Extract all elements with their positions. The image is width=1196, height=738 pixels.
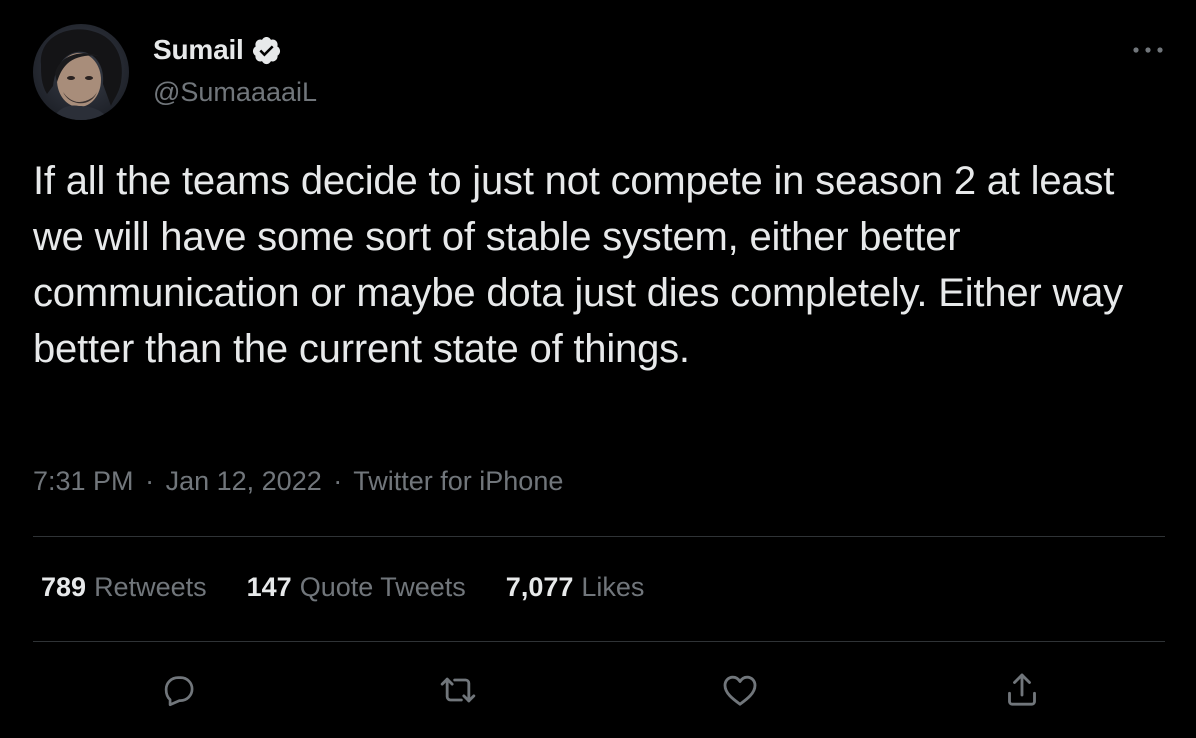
author-avatar[interactable] bbox=[33, 24, 129, 120]
retweets-stat[interactable]: 789 Retweets bbox=[41, 572, 207, 603]
retweet-button[interactable] bbox=[436, 668, 480, 712]
quote-tweets-label: Quote Tweets bbox=[299, 572, 466, 602]
tweet-date[interactable]: Jan 12, 2022 bbox=[166, 466, 322, 496]
tweet-time[interactable]: 7:31 PM bbox=[33, 466, 134, 496]
avatar-photo-icon bbox=[33, 24, 129, 120]
divider bbox=[33, 536, 1165, 537]
tweet-source[interactable]: Twitter for iPhone bbox=[353, 466, 563, 496]
retweets-label: Retweets bbox=[94, 572, 207, 602]
quote-tweets-count: 147 bbox=[246, 572, 292, 602]
reply-icon bbox=[164, 676, 194, 707]
like-icon bbox=[723, 675, 757, 706]
tweet-card: Sumail @SumaaaaiL If all the teams decid… bbox=[0, 0, 1196, 738]
like-button[interactable] bbox=[718, 668, 762, 712]
quote-tweets-stat[interactable]: 147 Quote Tweets bbox=[247, 572, 466, 603]
share-icon bbox=[1008, 673, 1036, 706]
divider bbox=[33, 641, 1165, 642]
meta-separator: · bbox=[145, 466, 155, 496]
more-dots-icon bbox=[1133, 47, 1163, 53]
meta-separator: · bbox=[333, 466, 343, 496]
retweets-count: 789 bbox=[41, 572, 87, 602]
tweet-meta: 7:31 PM · Jan 12, 2022 · Twitter for iPh… bbox=[33, 466, 563, 497]
verified-badge-icon bbox=[252, 36, 280, 64]
author-display-name[interactable]: Sumail bbox=[153, 34, 244, 66]
author-name-row: Sumail bbox=[153, 33, 282, 67]
author-handle[interactable]: @SumaaaaiL bbox=[153, 77, 317, 108]
more-options-button[interactable] bbox=[1128, 36, 1168, 64]
tweet-text: If all the teams decide to just not comp… bbox=[33, 159, 1123, 371]
share-button[interactable] bbox=[1000, 668, 1044, 712]
reply-button[interactable] bbox=[156, 668, 200, 712]
likes-label: Likes bbox=[581, 572, 645, 602]
tweet-stats: 789 Retweets 147 Quote Tweets 7,077 Likes bbox=[41, 572, 644, 603]
likes-count: 7,077 bbox=[505, 572, 574, 602]
likes-stat[interactable]: 7,077 Likes bbox=[506, 572, 645, 603]
retweet-icon bbox=[440, 677, 476, 703]
